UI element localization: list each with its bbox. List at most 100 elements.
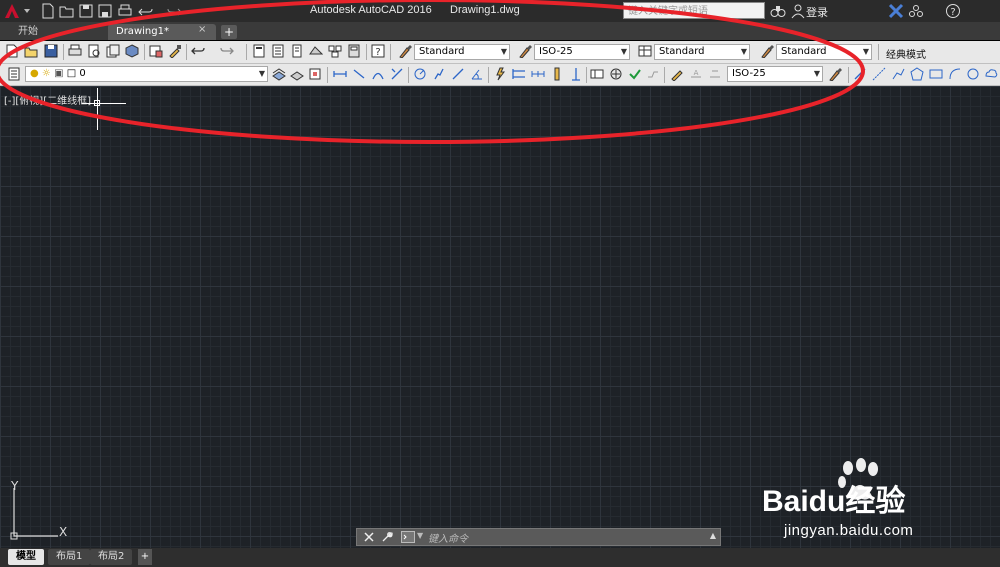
login-link[interactable]: 登录 [806,4,828,20]
close-icon[interactable] [363,531,375,543]
layer-select[interactable]: ● ☼ ▣ □ 0 ▼ [25,66,268,82]
undo-icon[interactable] [191,44,205,58]
construction-line-icon[interactable] [872,67,886,81]
center-mark-icon[interactable] [609,67,623,81]
workspace-select[interactable]: 经典模式 [886,46,926,61]
table-style-select[interactable]: Standard ▼ [654,44,750,60]
3d-print-icon[interactable] [125,44,139,58]
table-style-icon[interactable] [638,44,652,58]
baseline-dimension-icon[interactable] [512,67,526,81]
layer-previous-icon[interactable] [290,67,304,81]
dimension-style-brush-icon[interactable] [828,67,842,82]
text-style-select[interactable]: Standard ▼ [414,44,510,60]
dimension-text-edit-icon[interactable]: A [689,67,703,81]
publish-icon[interactable] [106,44,120,58]
calculator-icon[interactable] [347,44,361,58]
find-binoculars-icon[interactable] [770,3,786,19]
tab-layout1[interactable]: 布局1 [48,549,91,565]
polyline-icon[interactable] [891,67,905,81]
save-icon[interactable] [78,3,94,19]
jogged-dimension-icon[interactable] [432,67,446,81]
match-properties-icon[interactable] [168,44,182,59]
arc-length-icon[interactable] [371,67,385,81]
dim-style-select-2[interactable]: ISO-25 ▼ [727,66,823,82]
plot-preview-icon[interactable] [87,44,101,58]
radius-dimension-icon[interactable] [413,67,427,81]
layers-toolbar: ● ☼ ▣ □ 0 ▼ A ISO-25 ▼ [0,64,1000,86]
revision-cloud-icon[interactable] [984,67,998,81]
chevron-up-icon[interactable]: ▲ [710,531,716,540]
line-icon[interactable] [853,67,867,81]
dimension-edit-icon[interactable] [670,67,684,82]
wrench-icon[interactable] [381,531,393,543]
properties-icon[interactable] [271,44,285,58]
close-icon[interactable]: × [198,24,206,35]
svg-text:A: A [694,69,699,77]
help-icon[interactable]: ? [945,3,961,19]
layout-tabs-bar: 模型 布局1 布局2 + [0,548,1000,567]
a360-icon[interactable] [908,3,924,19]
tab-start[interactable]: 开始 [10,24,80,40]
multileader-style-icon[interactable] [760,44,774,59]
layer-properties-icon[interactable] [8,67,22,81]
continue-dimension-icon[interactable] [531,67,545,81]
ordinate-dimension-icon[interactable] [390,67,404,81]
pan-icon[interactable] [252,44,266,58]
command-prompt-icon[interactable] [401,531,415,543]
cut-icon[interactable] [149,44,163,58]
print-icon[interactable] [117,3,133,19]
tolerance-icon[interactable] [590,67,604,81]
viewport-controls[interactable]: [-][俯视][二维线框] [4,92,91,107]
file-tabs-bar: 开始 Drawing1* × + [0,22,1000,40]
undo-icon[interactable] [138,3,154,19]
aligned-dimension-icon[interactable] [352,67,366,81]
jogged-linear-icon[interactable] [646,67,660,81]
design-center-icon[interactable] [290,44,304,58]
dim-style-select[interactable]: ISO-25 ▼ [534,44,630,60]
redo-icon[interactable] [166,3,182,19]
save-icon[interactable] [44,44,58,58]
plot-icon[interactable] [68,44,82,58]
make-current-layer-icon[interactable] [272,67,286,81]
command-line[interactable]: ▼ ▲ [356,528,721,546]
sheet-set-icon[interactable] [328,44,342,58]
autocad-logo-icon[interactable] [2,1,32,21]
new-icon[interactable] [5,44,19,58]
tab-layout2[interactable]: 布局2 [90,549,133,565]
open-icon[interactable] [59,3,75,19]
chevron-down-icon[interactable]: ▼ [417,531,423,540]
multileader-style-select[interactable]: Standard ▼ [776,44,872,60]
text-style-brush-icon[interactable] [398,44,412,59]
save-as-icon[interactable] [97,3,113,19]
redo-icon[interactable] [220,44,234,58]
rectangle-icon[interactable] [929,67,943,81]
new-icon[interactable] [40,3,56,19]
help-icon[interactable]: ? [371,44,385,58]
circle-icon[interactable] [966,67,980,81]
arc-icon[interactable] [948,67,962,81]
dim-style-brush-icon[interactable] [518,44,532,59]
dimension-break-icon[interactable] [569,67,583,81]
linear-dimension-icon[interactable] [333,67,347,81]
add-tab-button[interactable]: + [221,25,237,39]
diameter-dimension-icon[interactable] [451,67,465,81]
quick-dimension-icon[interactable] [493,67,507,81]
search-input[interactable]: 键入关键字或短语 [623,2,765,19]
crosshair-horizontal [82,103,126,104]
exchange-icon[interactable] [888,3,904,19]
layer-states-icon[interactable] [308,67,322,81]
dimension-space-icon[interactable] [550,67,564,81]
angular-dimension-icon[interactable] [470,67,484,81]
open-icon[interactable] [24,44,38,58]
tab-model[interactable]: 模型 [8,549,44,565]
dimension-update-icon[interactable] [708,67,722,81]
dim-style-value: ISO-25 [539,46,573,57]
lightbulb-icon: ● [30,68,39,79]
tool-palettes-icon[interactable] [309,44,324,58]
standard-toolbar: ? Standard ▼ ISO-25 ▼ Standard ▼ Standard ▼ [0,41,1000,64]
inspect-icon[interactable] [628,67,642,81]
add-layout-button[interactable]: + [138,549,152,565]
polygon-icon[interactable] [910,67,924,81]
command-input[interactable]: 键入命令 [428,530,468,545]
user-icon[interactable] [790,3,806,19]
